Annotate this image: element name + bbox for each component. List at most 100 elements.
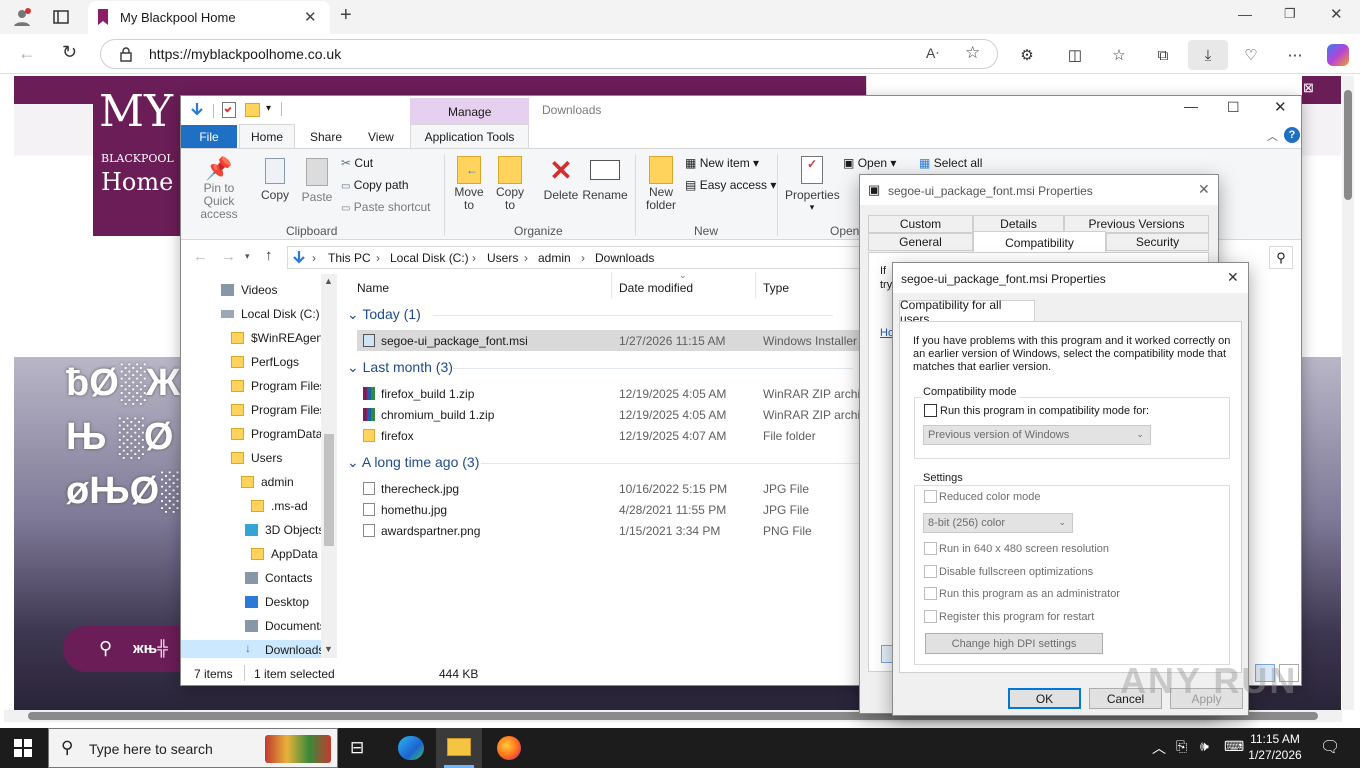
file-row[interactable]: segoe-ui_package_font.msi 1/27/2026 11:15… bbox=[357, 330, 861, 351]
refresh-icon[interactable]: ↻ bbox=[62, 42, 77, 63]
manage-context-tab[interactable]: Manage bbox=[410, 98, 529, 126]
group-header[interactable]: ⌄ A long time ago (3) bbox=[347, 454, 479, 471]
ok-button[interactable]: OK bbox=[1008, 688, 1081, 709]
collections-icon[interactable]: ⧉ bbox=[1152, 44, 1174, 66]
group-collapse-icon[interactable]: ⌄ bbox=[347, 359, 363, 375]
workspaces-icon[interactable] bbox=[50, 6, 72, 28]
task-view-icon[interactable]: ⊟ bbox=[350, 738, 364, 758]
paste-shortcut-button[interactable]: ▭ Paste shortcut bbox=[341, 200, 431, 214]
paste-button[interactable]: Paste bbox=[301, 156, 333, 204]
browser-tab[interactable]: My Blackpool Home ✕ bbox=[88, 1, 330, 34]
nav-item[interactable]: Program Files bbox=[181, 400, 326, 422]
compat-os-select[interactable]: Previous version of Windows ⌄ bbox=[923, 425, 1151, 445]
windows-start-icon[interactable] bbox=[14, 739, 32, 757]
site-logo[interactable]: MY BLACKPOOL Home bbox=[93, 86, 183, 236]
move-to-button[interactable]: ← Move to bbox=[453, 156, 485, 212]
breadcrumb-admin[interactable]: admin bbox=[538, 251, 571, 265]
disable-fullscreen-checkbox[interactable] bbox=[924, 565, 937, 578]
scroll-down-icon[interactable]: ▼ bbox=[324, 644, 333, 654]
properties-close-icon[interactable]: ✕ bbox=[1227, 269, 1239, 286]
nav-item[interactable]: Videos bbox=[181, 280, 321, 302]
new-item-button[interactable]: ▦ New item ▾ bbox=[685, 156, 759, 170]
breadcrumb-local-disk[interactable]: Local Disk (C:) bbox=[390, 251, 469, 265]
copy-button[interactable]: Copy bbox=[259, 156, 291, 202]
favorites-icon[interactable]: ☆ bbox=[1108, 44, 1130, 66]
reduced-color-checkbox[interactable] bbox=[924, 490, 937, 503]
tab-security[interactable]: Security bbox=[1106, 233, 1209, 251]
tab-home[interactable]: Home bbox=[239, 124, 295, 149]
tab-custom[interactable]: Custom bbox=[868, 215, 973, 233]
column-header-type[interactable]: Type bbox=[763, 281, 789, 295]
close-icon[interactable]: ✕ bbox=[1274, 98, 1287, 116]
search-icon[interactable]: ⚲ bbox=[1269, 246, 1293, 269]
tab-view[interactable]: View bbox=[368, 130, 394, 144]
copilot-icon[interactable] bbox=[1327, 44, 1349, 66]
cut-button[interactable]: ✂ Cut bbox=[341, 156, 373, 170]
breadcrumb-users[interactable]: Users bbox=[487, 251, 518, 265]
chevron-up-icon[interactable]: ︿ bbox=[1152, 738, 1166, 758]
tab-application-tools[interactable]: Application Tools bbox=[410, 124, 529, 149]
minimize-browser-icon[interactable]: — bbox=[1238, 6, 1252, 22]
qat-dropdown-icon[interactable]: ▾ bbox=[266, 103, 271, 114]
nav-item[interactable]: .ms-ad bbox=[181, 496, 321, 518]
register-restart-checkbox[interactable] bbox=[924, 610, 937, 623]
taskbar-search[interactable]: ⚲ Type here to search bbox=[48, 728, 338, 768]
file-row[interactable]: firefox 12/19/2025 4:07 AM File folder bbox=[357, 425, 861, 446]
favorite-star-icon[interactable]: ☆ bbox=[965, 43, 980, 63]
rename-button[interactable]: Rename bbox=[582, 156, 628, 202]
edge-taskbar-icon[interactable] bbox=[398, 736, 424, 760]
extensions-icon[interactable]: ⚙ bbox=[1016, 44, 1038, 66]
column-header-name[interactable]: Name bbox=[357, 281, 389, 295]
nav-item[interactable]: AppData bbox=[181, 544, 321, 566]
site-search-icon[interactable]: ⚲ bbox=[99, 638, 112, 659]
volume-icon[interactable]: 🕪 bbox=[1200, 738, 1209, 755]
new-folder-button[interactable]: New folder bbox=[643, 156, 679, 212]
nav-item[interactable]: Desktop bbox=[181, 592, 321, 614]
network-icon[interactable]: ⎘ bbox=[1176, 738, 1187, 755]
nav-forward-icon[interactable]: → bbox=[221, 248, 236, 265]
file-row[interactable]: awardspartner.png 1/15/2021 3:34 PM PNG Fi… bbox=[357, 520, 861, 541]
minimize-icon[interactable]: — bbox=[1184, 98, 1198, 114]
recent-locations-icon[interactable]: ▾ bbox=[245, 251, 250, 262]
nav-item[interactable]: PerfLogs bbox=[181, 352, 321, 374]
nav-back-icon[interactable]: ← bbox=[193, 248, 208, 265]
file-row[interactable]: firefox_build 1.zip 12/19/2025 4:05 AM Win… bbox=[357, 383, 861, 404]
profile-icon[interactable] bbox=[10, 6, 34, 28]
nav-scrollbar[interactable]: ▲ ▼ bbox=[321, 274, 337, 658]
restore-browser-icon[interactable]: ❐ bbox=[1284, 6, 1296, 22]
nav-item[interactable]: $WinREAgent bbox=[181, 328, 326, 350]
nav-item[interactable]: Local Disk (C:) bbox=[181, 304, 321, 326]
nav-item[interactable]: Users bbox=[181, 448, 321, 470]
breadcrumb[interactable]: › This PC › Local Disk (C:) › Users › ad… bbox=[287, 246, 861, 269]
easy-access-button[interactable]: ▤ Easy access ▾ bbox=[685, 178, 776, 192]
res-640-checkbox[interactable] bbox=[924, 542, 937, 555]
nav-scrollbar-thumb[interactable] bbox=[324, 434, 334, 546]
compat-mode-checkbox[interactable] bbox=[924, 404, 937, 417]
new-folder-qat-icon[interactable] bbox=[245, 103, 260, 117]
nav-item[interactable]: admin bbox=[181, 472, 321, 494]
firefox-taskbar-icon[interactable] bbox=[497, 736, 521, 760]
site-search-bar[interactable]: ⚲ жњ╬ bbox=[63, 626, 193, 672]
color-depth-select[interactable]: 8-bit (256) color ⌄ bbox=[923, 513, 1073, 533]
select-all-button[interactable]: ▦ Select all bbox=[919, 156, 982, 170]
nav-item[interactable]: Documents bbox=[181, 616, 326, 638]
group-header[interactable]: ⌄ Today (1) bbox=[347, 306, 421, 323]
read-aloud-icon[interactable]: Aᐧ bbox=[926, 45, 939, 62]
split-screen-icon[interactable]: ◫ bbox=[1064, 44, 1086, 66]
collapse-ribbon-icon[interactable]: ︿ bbox=[1267, 128, 1278, 144]
explorer-taskbar-button[interactable] bbox=[436, 728, 482, 768]
breadcrumb-this-pc[interactable]: This PC bbox=[328, 251, 371, 265]
breadcrumb-downloads[interactable]: Downloads bbox=[595, 251, 654, 265]
tab-general[interactable]: General bbox=[868, 233, 973, 251]
page-scrollbar-thumb[interactable] bbox=[1344, 90, 1352, 200]
file-row[interactable]: therecheck.jpg 10/16/2022 5:15 PM JPG File bbox=[357, 478, 861, 499]
file-row[interactable]: chromium_build 1.zip 12/19/2025 4:05 AM Wi… bbox=[357, 404, 861, 425]
file-row[interactable]: homethu.jpg 4/28/2021 11:55 PM JPG File bbox=[357, 499, 861, 520]
group-collapse-icon[interactable]: ⌄ bbox=[347, 454, 362, 470]
group-collapse-icon[interactable]: ⌄ bbox=[347, 306, 362, 322]
nav-up-icon[interactable]: ↑ bbox=[265, 247, 273, 264]
notifications-icon[interactable]: 🗨 bbox=[1320, 737, 1340, 757]
tab-file[interactable]: File bbox=[181, 125, 237, 148]
new-tab-button[interactable]: + bbox=[340, 4, 352, 27]
nav-item[interactable]: ProgramData bbox=[181, 424, 322, 446]
